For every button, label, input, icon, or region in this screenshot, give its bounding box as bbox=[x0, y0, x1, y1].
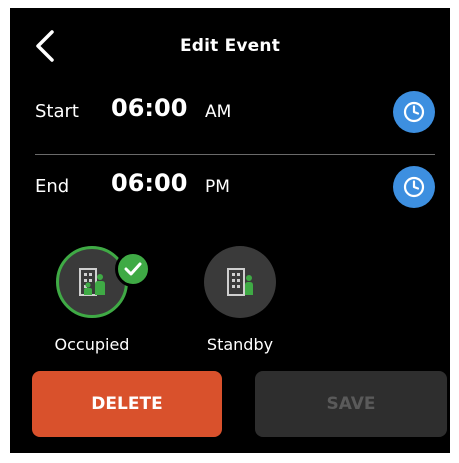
divider bbox=[35, 154, 435, 155]
edit-event-screen: Edit Event Start 06:00 AM End 06:00 PM O… bbox=[10, 8, 450, 453]
selected-check-badge bbox=[115, 251, 151, 287]
start-time-value[interactable]: 06:00 bbox=[111, 94, 187, 122]
save-button[interactable]: SAVE bbox=[255, 371, 447, 437]
mode-occupied-circle bbox=[56, 246, 128, 318]
mode-standby[interactable]: Standby bbox=[188, 246, 298, 356]
checkmark-icon bbox=[124, 262, 142, 276]
end-label: End bbox=[35, 176, 70, 197]
start-clock-button[interactable] bbox=[393, 91, 435, 133]
start-ampm[interactable]: AM bbox=[205, 102, 231, 122]
end-ampm[interactable]: PM bbox=[205, 177, 230, 197]
start-time-row: Start 06:00 AM bbox=[35, 91, 435, 141]
mode-occupied-label: Occupied bbox=[54, 335, 130, 354]
mode-standby-circle bbox=[204, 246, 276, 318]
building-occupied-icon bbox=[79, 268, 105, 296]
page-title: Edit Event bbox=[179, 36, 281, 56]
delete-button[interactable]: DELETE bbox=[32, 371, 222, 437]
end-time-row: End 06:00 PM bbox=[35, 166, 435, 216]
clock-icon bbox=[403, 176, 425, 198]
end-time-value[interactable]: 06:00 bbox=[111, 169, 187, 197]
building-standby-icon bbox=[227, 268, 253, 296]
mode-standby-label: Standby bbox=[206, 335, 274, 354]
mode-occupied[interactable]: Occupied bbox=[40, 246, 151, 356]
end-clock-button[interactable] bbox=[393, 166, 435, 208]
start-label: Start bbox=[35, 101, 79, 122]
clock-icon bbox=[403, 101, 425, 123]
